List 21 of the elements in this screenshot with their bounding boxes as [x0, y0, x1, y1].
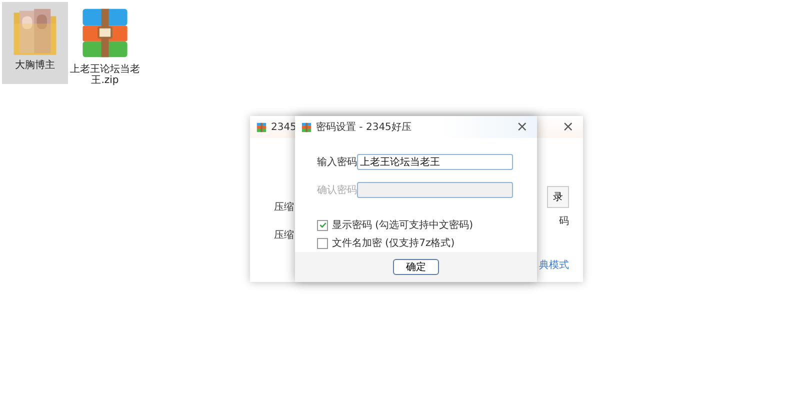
app-icon: [301, 122, 312, 132]
dialog-title: 密码设置 - 2345好压: [316, 120, 412, 134]
desktop-item[interactable]: 上老王论坛当老王.zip: [72, 2, 138, 84]
browse-button[interactable]: 录: [547, 186, 569, 208]
option-label: 文件名加密 (仅支持7z格式): [332, 236, 455, 250]
ok-button[interactable]: 确定: [393, 259, 439, 275]
option-label: 压缩: [274, 200, 294, 214]
mode-link[interactable]: 典模式: [539, 258, 569, 272]
password-field[interactable]: 上老王论坛当老王: [357, 154, 513, 170]
option-label: 显示密码 (勾选可支持中文密码): [332, 218, 473, 232]
close-button[interactable]: ×: [513, 119, 531, 135]
window-title: 2345: [271, 122, 296, 132]
checkbox[interactable]: [317, 238, 328, 248]
option-label: 码: [559, 215, 569, 228]
app-icon: [256, 122, 267, 132]
file-label: 大胸博主: [14, 60, 56, 71]
file-label: 上老王论坛当老王.zip: [69, 64, 141, 86]
checkbox[interactable]: [317, 220, 328, 230]
option-label: 压缩: [274, 228, 294, 242]
close-button[interactable]: ×: [559, 119, 577, 135]
desktop-item[interactable]: 大胸博主: [2, 2, 68, 84]
